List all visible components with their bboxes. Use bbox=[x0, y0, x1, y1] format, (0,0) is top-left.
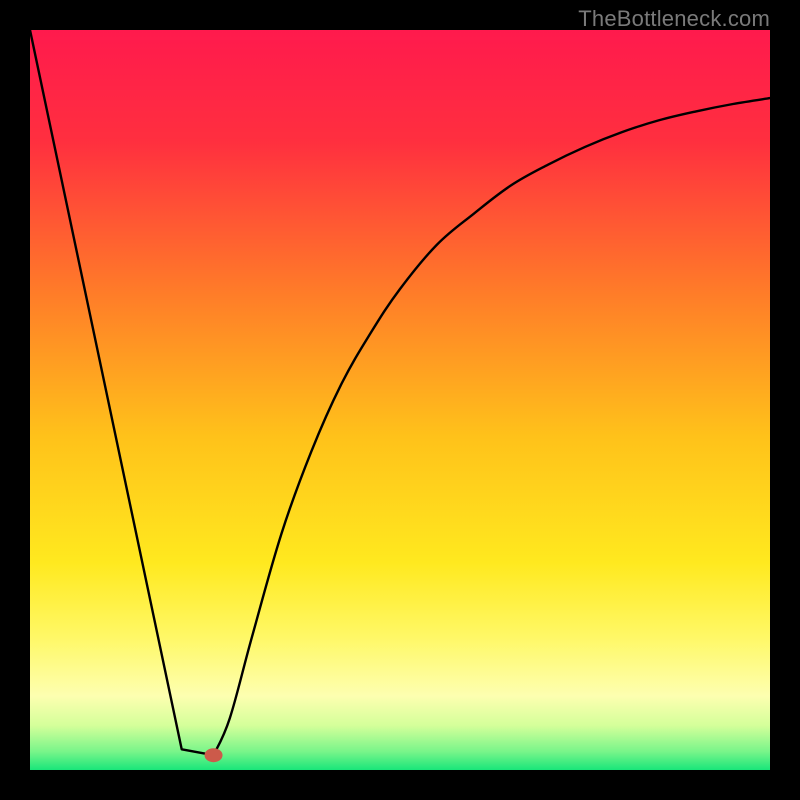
chart-frame bbox=[30, 30, 770, 770]
chart-plot bbox=[30, 30, 770, 770]
chart-background bbox=[30, 30, 770, 770]
watermark-text: TheBottleneck.com bbox=[578, 6, 770, 32]
minimum-marker bbox=[205, 748, 223, 762]
